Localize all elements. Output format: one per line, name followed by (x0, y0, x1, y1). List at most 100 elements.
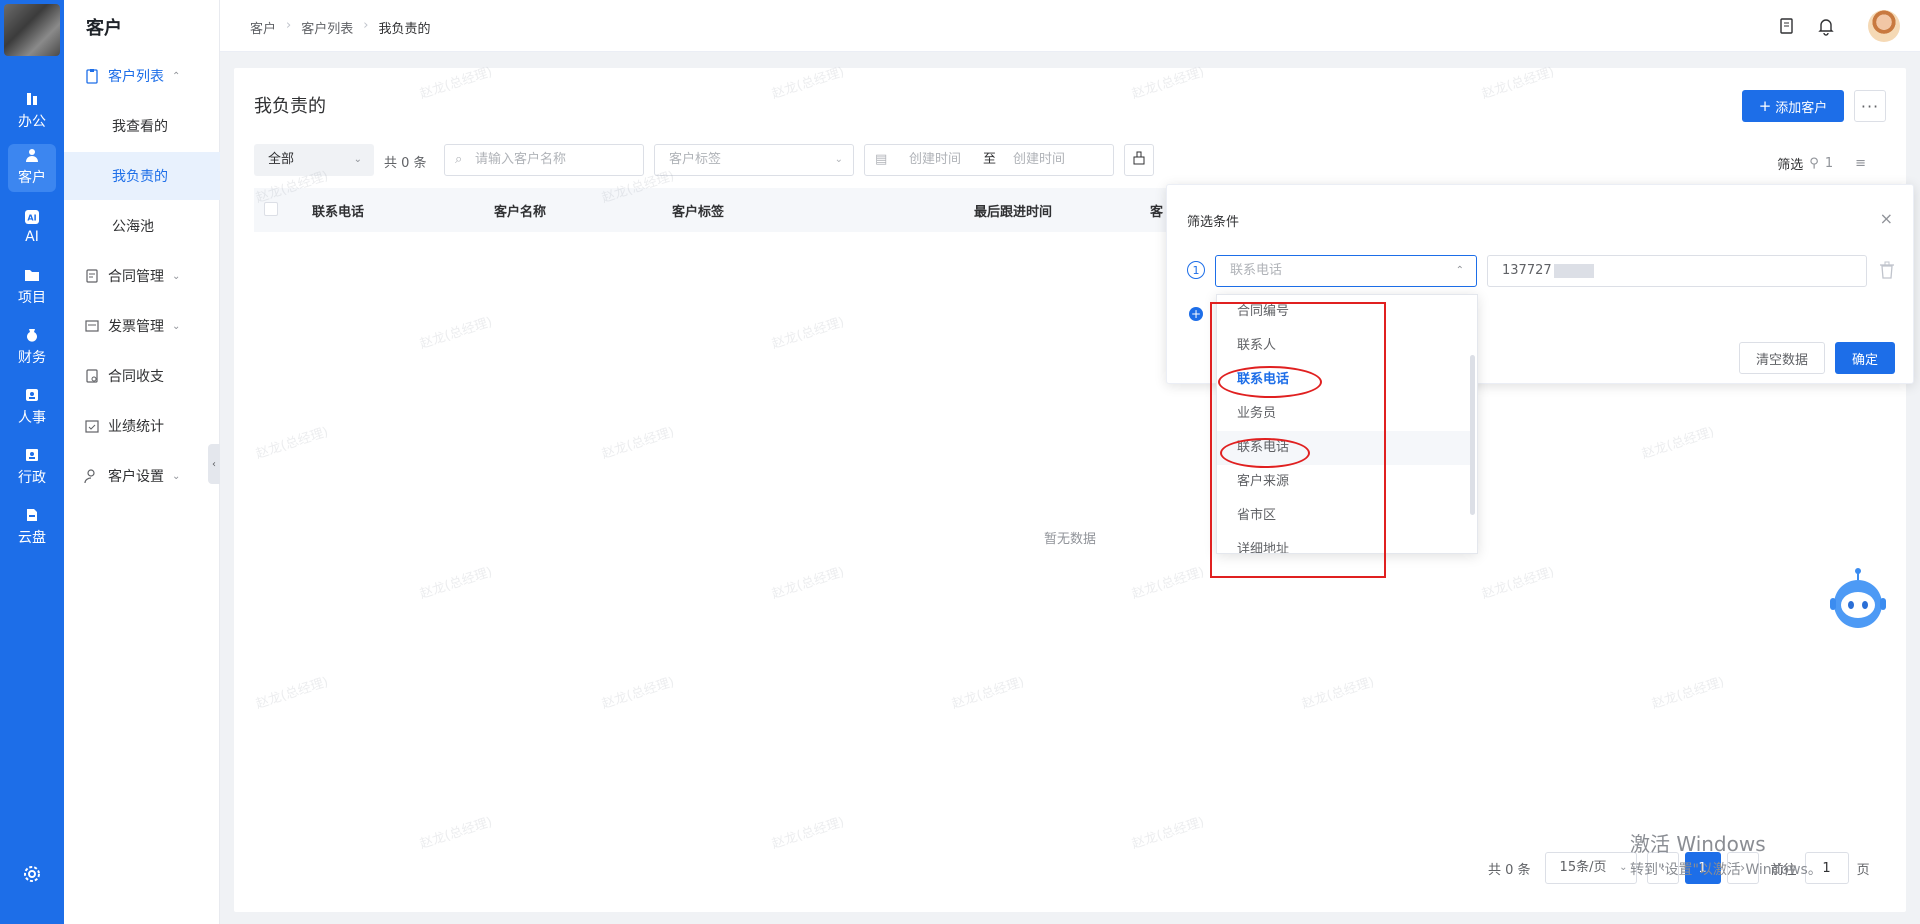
chevron-up-icon: ⌃ (1455, 265, 1464, 276)
column-settings-icon[interactable]: ≡ (1855, 156, 1866, 171)
filter-icon: ⚲ (1809, 156, 1819, 171)
empty-state: 暂无数据 (1044, 532, 1097, 547)
column-header[interactable]: 客户名称 (494, 201, 546, 220)
calendar-icon: ▤ (875, 152, 888, 167)
notebook-icon[interactable] (1776, 16, 1796, 36)
rail-item-admin[interactable]: 行政 (0, 438, 64, 496)
menu-item-customer-settings[interactable]: 客户设置 ⌄ (64, 452, 220, 500)
office-icon (24, 91, 40, 107)
condition-field-select[interactable]: 联系电话 ⌃ (1215, 255, 1477, 287)
menu-item-customer-list[interactable]: 客户列表 ⌃ (64, 52, 220, 100)
clipboard-icon (84, 68, 100, 84)
menu-item-invoice-mgmt[interactable]: 发票管理 ⌄ (64, 302, 220, 350)
org-logo (4, 4, 60, 56)
scope-select[interactable]: 全部 ⌄ (254, 144, 374, 176)
chevron-down-icon: ⌄ (172, 270, 181, 282)
chevron-down-icon: ⌄ (172, 470, 181, 482)
folder-icon (24, 267, 40, 283)
settings-gear-icon[interactable] (22, 864, 42, 884)
windows-activation-notice: 激活 Windows 转到"设置"以激活 Windows。 (1630, 832, 1822, 878)
breadcrumb-item[interactable]: 客户列表 (301, 18, 353, 37)
clear-filter-button[interactable] (1124, 144, 1154, 176)
delete-condition-icon[interactable] (1879, 261, 1895, 279)
app-rail: 办公 客户 AI AI 项目 财务 人事 行政 云盘 (0, 0, 64, 924)
filter-toggle[interactable]: 筛选 ⚲ 1 ≡ (1777, 154, 1866, 173)
menu-item-contract-payments[interactable]: 合同收支 (64, 352, 220, 400)
collapse-sidebar-handle[interactable]: ‹ (208, 444, 220, 484)
broom-icon (1132, 151, 1146, 169)
menu-item-performance[interactable]: 业绩统计 (64, 402, 220, 450)
menu-title: 客户 (86, 18, 122, 39)
condition-index: 1 (1187, 261, 1205, 279)
column-header[interactable]: 联系电话 (312, 201, 364, 220)
add-customer-button[interactable]: + 添加客户 (1742, 90, 1844, 122)
popover-title: 筛选条件 (1187, 215, 1240, 230)
column-header[interactable]: 客 (1150, 201, 1163, 220)
user-avatar[interactable] (1868, 10, 1900, 42)
menu-item-public-pool[interactable]: 公海池 (64, 202, 220, 250)
cloud-disk-icon (24, 507, 40, 523)
user-settings-icon (84, 468, 100, 484)
search-input[interactable]: ⌕ 请输入客户名称 (444, 144, 644, 176)
finance-icon (24, 327, 40, 343)
rail-item-ai[interactable]: AI AI (0, 198, 64, 256)
rail-item-project[interactable]: 项目 (0, 258, 64, 316)
rail-item-customer[interactable]: 客户 (0, 138, 64, 196)
breadcrumb-current: 我负责的 (378, 22, 431, 37)
close-icon[interactable]: × (1880, 209, 1893, 228)
more-icon: ··· (1860, 96, 1880, 116)
filter-count: 1 (1824, 156, 1834, 171)
menu-item-responsible[interactable]: 我负责的 (64, 152, 220, 200)
annotation-rectangle (1210, 302, 1386, 578)
admin-icon (24, 447, 40, 463)
breadcrumb-separator-icon: › (363, 18, 369, 33)
chevron-down-icon: ⌄ (1619, 862, 1628, 873)
menu-item-viewed[interactable]: 我查看的 (64, 102, 220, 150)
breadcrumb-separator-icon: › (286, 18, 292, 33)
menu-item-contract-mgmt[interactable]: 合同管理 ⌄ (64, 252, 220, 300)
rail-item-hr[interactable]: 人事 (0, 378, 64, 436)
chevron-down-icon: ⌄ (834, 154, 843, 165)
customer-icon (24, 147, 40, 163)
breadcrumb: 客户 › 客户列表 › 我负责的 (250, 18, 430, 37)
annotation-oval (1218, 366, 1322, 398)
pagination-total: 共 0 条 (1488, 862, 1531, 878)
chevron-down-icon: ⌄ (172, 320, 181, 332)
column-header[interactable]: 最后跟进时间 (974, 201, 1052, 220)
page-suffix: 页 (1856, 862, 1870, 878)
date-range-picker[interactable]: ▤ 创建时间 至 创建时间 (864, 144, 1114, 176)
total-count: 共 0 条 (384, 156, 427, 171)
search-icon: ⌕ (455, 152, 463, 167)
plus-icon: + (1758, 97, 1772, 115)
rail-item-cloud[interactable]: 云盘 (0, 498, 64, 556)
breadcrumb-item[interactable]: 客户 (250, 18, 276, 37)
more-options-button[interactable]: ··· (1854, 90, 1886, 122)
svg-text:AI: AI (27, 214, 36, 223)
confirm-button[interactable]: 确定 (1835, 342, 1895, 374)
ai-icon: AI (24, 209, 40, 225)
customer-submenu: 客户 客户列表 ⌃ 我查看的 我负责的 公海池 合同管理 ⌄ 发票管理 ⌄ 合同… (64, 0, 220, 924)
contract-icon (84, 268, 100, 284)
chevron-up-icon: ⌃ (172, 70, 181, 82)
rail-item-office[interactable]: 办公 (0, 82, 64, 140)
ai-assistant-robot-icon[interactable] (1826, 566, 1890, 630)
annotation-oval (1220, 438, 1310, 468)
clear-data-button[interactable]: 清空数据 (1739, 342, 1825, 374)
dropdown-scrollbar[interactable] (1470, 355, 1475, 515)
invoice-icon (84, 318, 100, 334)
rail-item-finance[interactable]: 财务 (0, 318, 64, 376)
redacted-mask (1553, 263, 1594, 278)
payment-icon (84, 368, 100, 384)
add-condition-icon[interactable]: + (1189, 307, 1203, 321)
select-all-checkbox[interactable] (264, 202, 278, 216)
column-header[interactable]: 客户标签 (672, 201, 724, 220)
page-title: 我负责的 (254, 96, 326, 117)
customer-tag-select[interactable]: 客户标签 ⌄ (654, 144, 854, 176)
condition-value-input[interactable]: 137727 (1487, 255, 1867, 287)
bell-icon[interactable] (1816, 16, 1836, 36)
chevron-down-icon: ⌄ (353, 154, 362, 165)
hr-icon (24, 387, 40, 403)
calendar-check-icon (84, 418, 100, 434)
page-size-select[interactable]: 15条/页 ⌄ (1544, 852, 1637, 884)
top-header: 客户 › 客户列表 › 我负责的 (220, 0, 1920, 52)
